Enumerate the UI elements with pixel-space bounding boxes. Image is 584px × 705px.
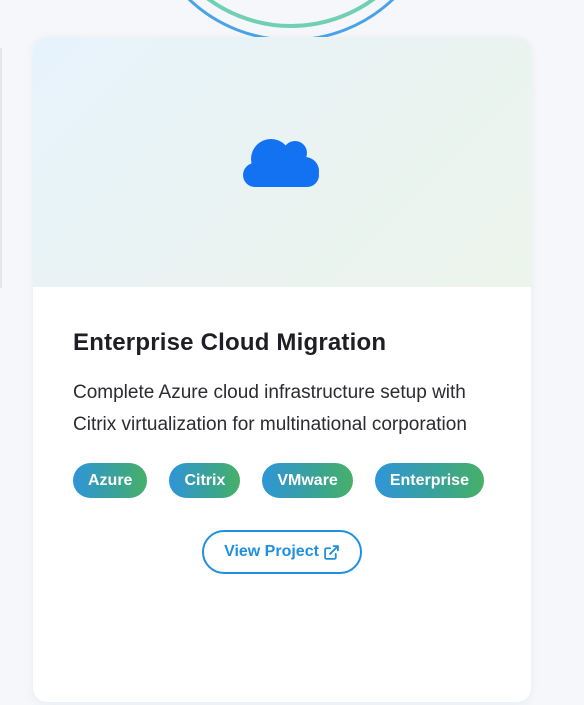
project-title: Enterprise Cloud Migration <box>73 329 387 356</box>
tag-enterprise: Enterprise <box>374 463 484 498</box>
project-card-body: Enterprise Cloud Migration Complete Azur… <box>33 287 531 574</box>
external-link-icon <box>324 544 339 560</box>
project-card-media <box>33 37 531 287</box>
cloud-icon <box>243 139 319 187</box>
card-actions: View Project <box>73 530 491 574</box>
view-project-button[interactable]: View Project <box>202 530 362 574</box>
project-card: Enterprise Cloud Migration Complete Azur… <box>33 37 531 702</box>
view-project-label: View Project <box>224 543 319 560</box>
tag-azure: Azure <box>73 463 148 498</box>
adjacent-card-edge <box>0 48 2 288</box>
tag-vmware: VMware <box>262 463 353 498</box>
tag-list: Azure Citrix VMware Enterprise <box>73 463 493 498</box>
project-description: Complete Azure cloud infrastructure setu… <box>73 382 467 435</box>
tag-citrix: Citrix <box>169 463 241 498</box>
